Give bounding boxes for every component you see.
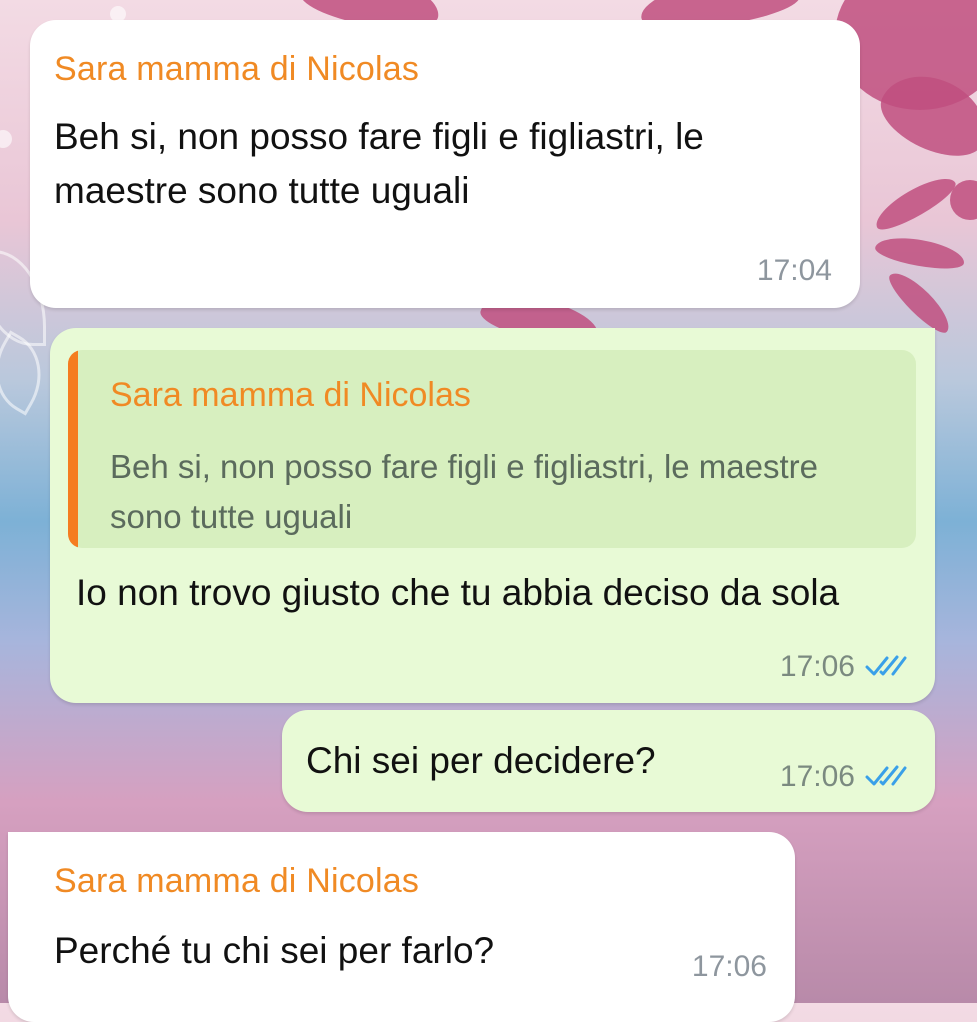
sender-name[interactable]: Sara mamma di Nicolas — [54, 50, 419, 89]
message-bubble-incoming[interactable]: Sara mamma di Nicolas Perché tu chi sei … — [8, 832, 795, 1022]
quoted-sender-name: Sara mamma di Nicolas — [110, 376, 471, 414]
quoted-text: Beh si, non posso fare figli e figliastr… — [110, 448, 819, 535]
message-bubble-outgoing[interactable]: Sara mamma di Nicolas Beh si, non posso … — [50, 328, 935, 703]
double-check-icon — [865, 765, 907, 786]
double-check-icon — [865, 655, 907, 676]
quoted-reply[interactable]: Sara mamma di Nicolas Beh si, non posso … — [68, 350, 916, 548]
wallpaper-dot — [0, 130, 12, 148]
message-time: 17:06 — [691, 950, 767, 983]
message-time: 17:04 — [756, 254, 832, 287]
quote-accent-bar — [68, 350, 78, 548]
message-text: Io non trovo giusto che tu abbia deciso … — [76, 572, 840, 613]
message-bubble-incoming[interactable]: Sara mamma di Nicolas Beh si, non posso … — [30, 20, 860, 308]
message-bubble-outgoing[interactable]: Chi sei per decidere? 17:06 — [282, 710, 935, 812]
wallpaper-petal — [873, 232, 967, 274]
message-text: Perché tu chi sei per farlo? — [54, 930, 495, 971]
wallpaper-dot — [950, 180, 977, 220]
message-text: Beh si, non posso fare figli e figliastr… — [54, 116, 704, 211]
message-time: 17:06 — [779, 760, 855, 793]
sender-name[interactable]: Sara mamma di Nicolas — [54, 862, 419, 901]
wallpaper-petal — [869, 169, 961, 237]
message-time: 17:06 — [779, 650, 855, 683]
message-text: Chi sei per decidere? — [306, 740, 656, 781]
